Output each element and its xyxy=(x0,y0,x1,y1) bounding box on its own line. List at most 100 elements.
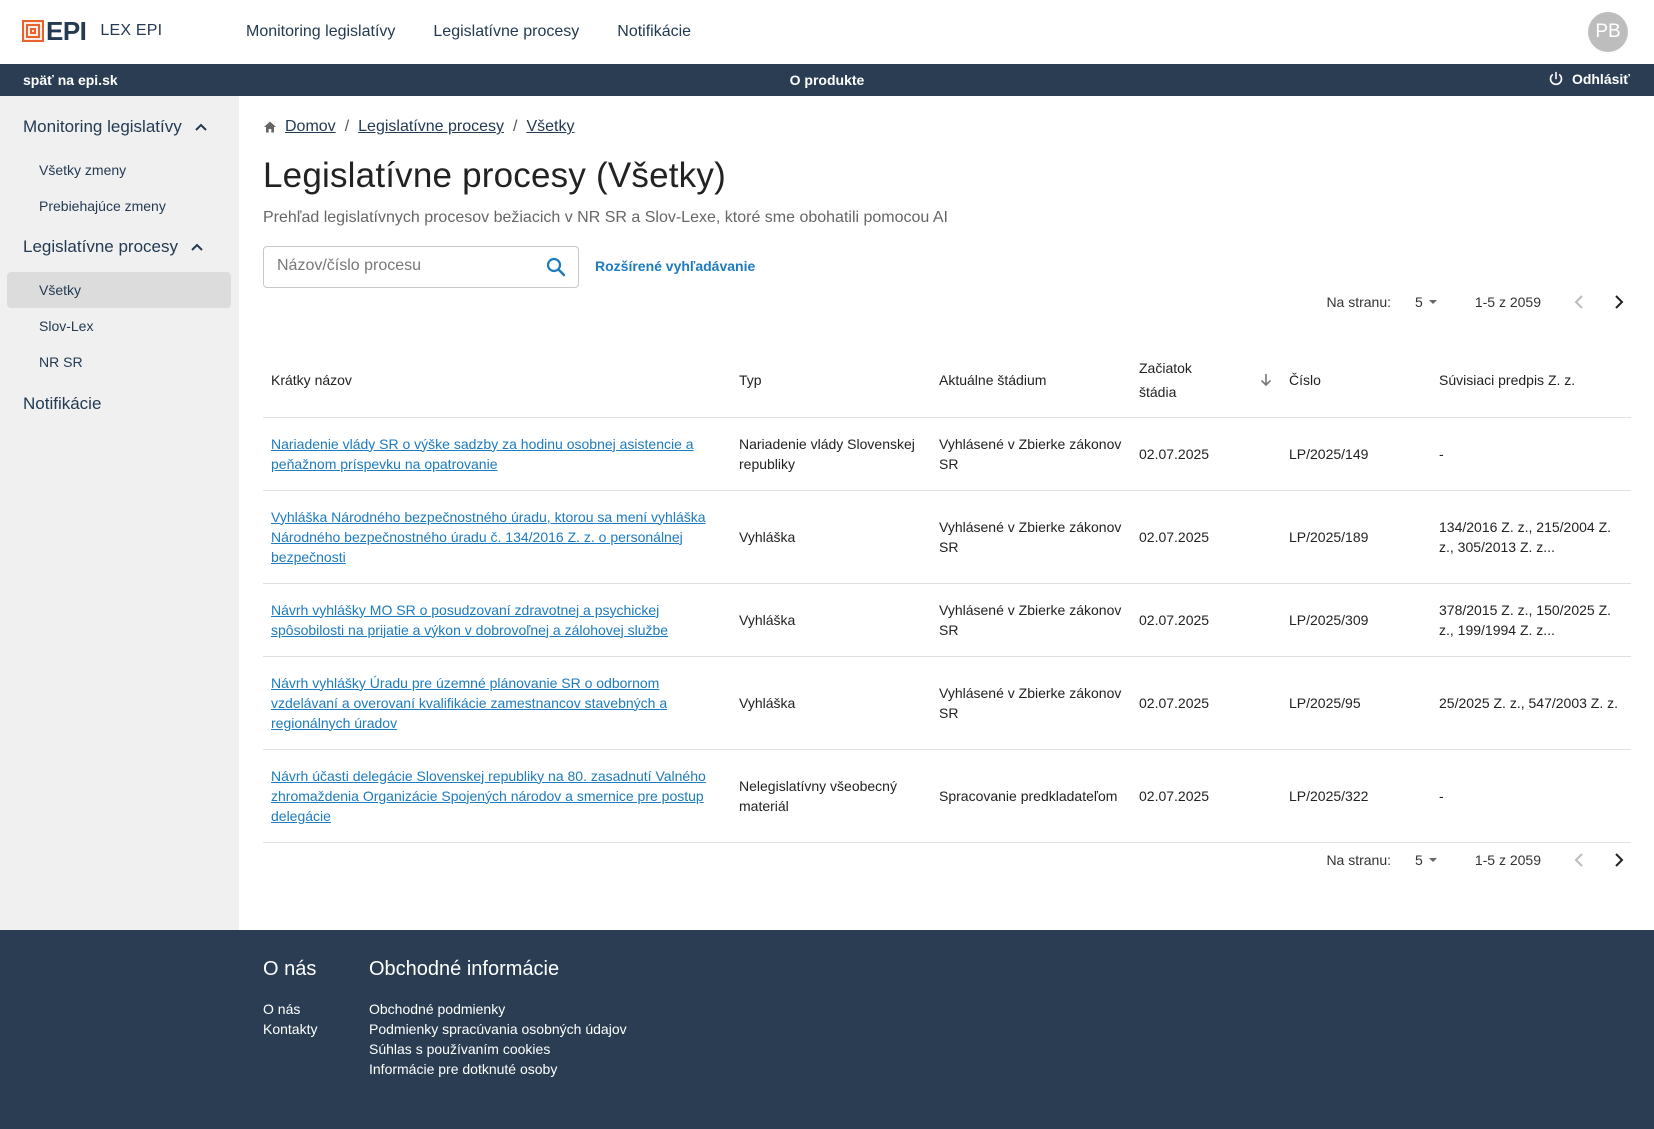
pagination-bottom: Na stranu: 5 1-5 z 2059 xyxy=(1326,848,1631,872)
cell-type: Vyhláška xyxy=(731,583,931,657)
cell-related: - xyxy=(1431,417,1631,491)
cell-type: Nariadenie vlády Slovenskej republiky xyxy=(731,417,931,491)
top-header: EPI LEX EPI Monitoring legislatívy Legis… xyxy=(0,0,1654,64)
cell-number: LP/2025/309 xyxy=(1281,583,1431,657)
top-nav-monitoring[interactable]: Monitoring legislatívy xyxy=(246,23,395,41)
per-page-label: Na stranu: xyxy=(1326,852,1392,868)
footer-link-contacts[interactable]: Kontakty xyxy=(263,1019,317,1039)
process-link[interactable]: Návrh účasti delegácie Slovenskej republ… xyxy=(271,768,706,824)
breadcrumb-legislative-processes[interactable]: Legislatívne procesy xyxy=(358,118,504,136)
logo[interactable]: EPI LEX EPI xyxy=(22,18,162,44)
table-row: Nariadenie vlády SR o výške sadzby za ho… xyxy=(263,417,1631,491)
pagination-range: 1-5 z 2059 xyxy=(1474,852,1541,868)
chevron-up-icon xyxy=(195,123,207,131)
footer-link-data-subjects[interactable]: Informácie pre dotknuté osoby xyxy=(369,1059,627,1079)
cell-stage: Vyhlásené v Zbierke zákonov SR xyxy=(931,417,1131,491)
cell-number: LP/2025/149 xyxy=(1281,417,1431,491)
sort-descending-icon xyxy=(1260,373,1272,386)
column-header-stage[interactable]: Aktuálne štádium xyxy=(931,343,1131,418)
cell-type: Nelegislatívny všeobecný materiál xyxy=(731,749,931,843)
sidebar-item-all[interactable]: Všetky xyxy=(7,272,231,308)
cell-stage: Vyhlásené v Zbierke zákonov SR xyxy=(931,583,1131,657)
per-page-select[interactable]: 5 xyxy=(1415,852,1439,868)
sidebar-group-label: Monitoring legislatívy xyxy=(23,117,182,136)
top-nav-notifications[interactable]: Notifikácie xyxy=(617,23,691,41)
previous-page-button[interactable] xyxy=(1567,290,1591,314)
sidebar-item-all-changes[interactable]: Všetky zmeny xyxy=(7,152,231,188)
cell-short-name: Návrh vyhlášky Úradu pre územné plánovan… xyxy=(263,656,731,750)
caret-down-icon xyxy=(1428,858,1437,862)
previous-page-button[interactable] xyxy=(1567,848,1591,872)
logout-button[interactable]: Odhlásiť xyxy=(1548,71,1630,87)
cell-stage-start: 02.07.2025 xyxy=(1131,656,1281,750)
per-page-label: Na stranu: xyxy=(1326,294,1392,310)
advanced-search-link[interactable]: Rozšírené vyhľadávanie xyxy=(595,258,755,274)
cell-short-name: Návrh účasti delegácie Slovenskej republ… xyxy=(263,749,731,843)
pagination-top: Na stranu: 5 1-5 z 2059 xyxy=(1326,290,1631,314)
breadcrumb-home[interactable]: Domov xyxy=(285,118,336,136)
table-row: Návrh účasti delegácie Slovenskej republ… xyxy=(263,749,1631,843)
process-link[interactable]: Návrh vyhlášky Úradu pre územné plánovan… xyxy=(271,675,667,731)
process-link[interactable]: Nariadenie vlády SR o výške sadzby za ho… xyxy=(271,436,694,472)
cell-short-name: Vyhláška Národného bezpečnostného úradu,… xyxy=(263,490,731,584)
cell-related: 134/2016 Z. z., 215/2004 Z. z., 305/2013… xyxy=(1431,490,1631,584)
cell-stage: Vyhlásené v Zbierke zákonov SR xyxy=(931,656,1131,750)
process-link[interactable]: Návrh vyhlášky MO SR o posudzovaní zdrav… xyxy=(271,602,668,638)
chevron-left-icon xyxy=(1574,853,1583,867)
cell-stage: Spracovanie predkladateľom xyxy=(931,749,1131,843)
per-page-select[interactable]: 5 xyxy=(1415,294,1439,310)
breadcrumb-separator: / xyxy=(513,118,518,135)
footer: O nás O nás Kontakty Obchodné informácie… xyxy=(0,930,1654,1129)
breadcrumb-all[interactable]: Všetky xyxy=(526,118,574,136)
sidebar-item-ongoing-changes[interactable]: Prebiehajúce zmeny xyxy=(7,188,231,224)
sidebar-item-slov-lex[interactable]: Slov-Lex xyxy=(7,308,231,344)
table-row: Návrh vyhlášky Úradu pre územné plánovan… xyxy=(263,656,1631,750)
next-page-button[interactable] xyxy=(1607,848,1631,872)
sidebar-group-monitoring[interactable]: Monitoring legislatívy xyxy=(23,117,208,137)
sidebar-group-label: Legislatívne procesy xyxy=(23,237,178,256)
cell-stage: Vyhlásené v Zbierke zákonov SR xyxy=(931,490,1131,584)
search-input[interactable] xyxy=(277,257,527,275)
column-header-stage-start-label: Začiatok štádia xyxy=(1139,359,1192,400)
chevron-right-icon xyxy=(1615,853,1624,867)
footer-link-about[interactable]: O nás xyxy=(263,999,317,1019)
sidebar-item-nr-sr[interactable]: NR SR xyxy=(7,344,231,380)
caret-down-icon xyxy=(1428,300,1437,304)
search-icon[interactable] xyxy=(546,257,566,282)
top-nav: Monitoring legislatívy Legislatívne proc… xyxy=(246,0,729,64)
cell-related: - xyxy=(1431,749,1631,843)
cell-related: 25/2025 Z. z., 547/2003 Z. z. xyxy=(1431,656,1631,750)
column-header-stage-start[interactable]: Začiatok štádia xyxy=(1131,343,1281,418)
table-row: Vyhláška Národného bezpečnostného úradu,… xyxy=(263,490,1631,584)
pagination-range: 1-5 z 2059 xyxy=(1474,294,1541,310)
cell-stage-start: 02.07.2025 xyxy=(1131,583,1281,657)
process-link[interactable]: Vyhláška Národného bezpečnostného úradu,… xyxy=(271,509,706,565)
column-header-short-name[interactable]: Krátky názov xyxy=(263,343,731,418)
top-nav-legislative-processes[interactable]: Legislatívne procesy xyxy=(433,23,579,41)
per-page-value: 5 xyxy=(1415,294,1423,310)
next-page-button[interactable] xyxy=(1607,290,1631,314)
chevron-right-icon xyxy=(1615,295,1624,309)
breadcrumb-separator: / xyxy=(344,118,350,135)
footer-link-privacy[interactable]: Podmienky spracúvania osobných údajov xyxy=(369,1019,627,1039)
table-row: Návrh vyhlášky MO SR o posudzovaní zdrav… xyxy=(263,583,1631,657)
footer-about-title: O nás xyxy=(263,958,317,980)
cell-number: LP/2025/189 xyxy=(1281,490,1431,584)
cell-short-name: Návrh vyhlášky MO SR o posudzovaní zdrav… xyxy=(263,583,731,657)
footer-link-cookies[interactable]: Súhlas s používaním cookies xyxy=(369,1039,627,1059)
column-header-number[interactable]: Číslo xyxy=(1281,343,1431,418)
cell-stage-start: 02.07.2025 xyxy=(1131,417,1281,491)
sidebar-group-notifications[interactable]: Notifikácie xyxy=(23,394,101,414)
back-to-epi-link[interactable]: späť na epi.sk xyxy=(23,72,118,88)
processes-table: Krátky názov Typ Aktuálne štádium Začiat… xyxy=(263,343,1631,843)
secondary-bar: späť na epi.sk O produkte Odhlásiť xyxy=(0,64,1654,96)
cell-short-name: Nariadenie vlády SR o výške sadzby za ho… xyxy=(263,417,731,491)
about-product-link[interactable]: O produkte xyxy=(790,72,865,88)
breadcrumb: Domov / Legislatívne procesy / Všetky xyxy=(263,118,574,136)
avatar[interactable]: PB xyxy=(1588,12,1628,52)
sidebar-group-legislative-processes[interactable]: Legislatívne procesy xyxy=(23,237,204,257)
column-header-related[interactable]: Súvisiaci predpis Z. z. xyxy=(1431,343,1631,418)
column-header-type[interactable]: Typ xyxy=(731,343,931,418)
sidebar: Monitoring legislatívy Všetky zmeny Preb… xyxy=(0,96,239,930)
footer-link-terms[interactable]: Obchodné podmienky xyxy=(369,999,627,1019)
